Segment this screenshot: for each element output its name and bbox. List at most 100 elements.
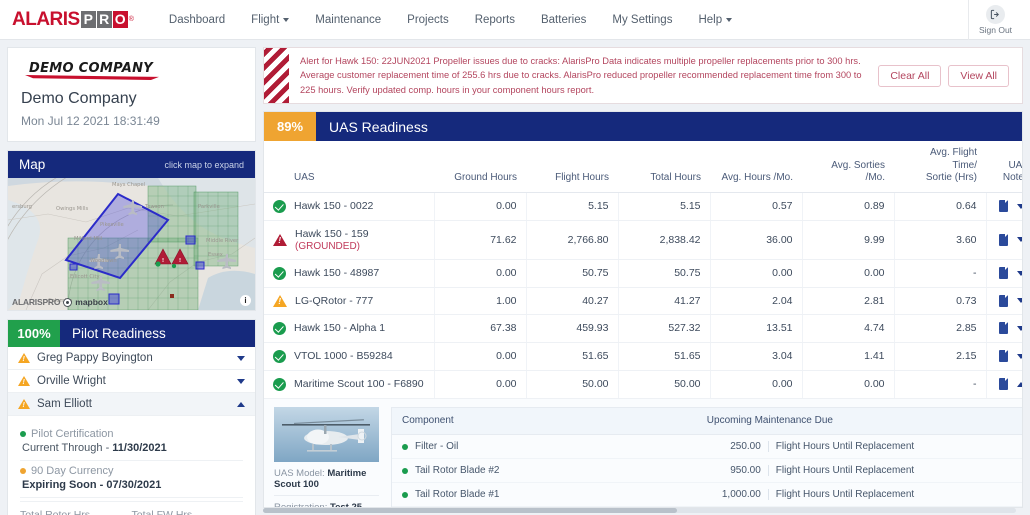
- pilot-name: Greg Pappy Boyington: [37, 352, 230, 364]
- table-row[interactable]: VTOL 1000 - B59284 0.00 51.65 51.65 3.04…: [264, 342, 1022, 370]
- chevron-up-icon[interactable]: [1017, 382, 1022, 387]
- nav-item-flight[interactable]: Flight: [238, 0, 302, 39]
- nav-item-help[interactable]: Help: [685, 0, 745, 39]
- cell-avg-hours-mo: 0.57: [710, 192, 802, 220]
- company-card: DEMO COMPANY Demo Company Mon Jul 12 202…: [7, 47, 256, 142]
- nav-label: Reports: [475, 14, 515, 26]
- col-avg-sorties-mo[interactable]: Avg. Sorties /Mo.: [802, 141, 894, 192]
- table-row[interactable]: Maritime Scout 100 - F6890 0.00 50.00 50…: [264, 370, 1022, 398]
- table-row[interactable]: Hawk 150 - 48987 0.00 50.75 50.75 0.00 0…: [264, 259, 1022, 287]
- due-text: Flight Hours Until Replacement: [769, 441, 914, 452]
- note-document-icon[interactable]: [999, 200, 1008, 212]
- view-all-button[interactable]: View All: [948, 65, 1009, 87]
- maintenance-table: Component Upcoming Maintenance Due Filte…: [391, 407, 1022, 507]
- cell-ground-hours: 71.62: [434, 220, 526, 259]
- nav-item-batteries[interactable]: Batteries: [528, 0, 599, 39]
- uas-name-maritime-scout-100-f6890: Maritime Scout 100 - F6890: [294, 378, 424, 390]
- note-document-icon[interactable]: [999, 378, 1008, 390]
- nav-item-projects[interactable]: Projects: [394, 0, 462, 39]
- cell-uas-notes: [986, 287, 1022, 314]
- chevron-down-icon[interactable]: [1017, 298, 1022, 303]
- chevron-down-icon[interactable]: [1017, 237, 1022, 242]
- col-flight-hours[interactable]: Flight Hours: [526, 141, 618, 192]
- horizontal-scrollbar[interactable]: [263, 508, 1016, 513]
- uas-name-vtol-1000-b59284: VTOL 1000 - B59284: [294, 350, 393, 362]
- cell-total-hours: 5.15: [618, 192, 710, 220]
- chevron-down-icon[interactable]: [1017, 204, 1022, 209]
- company-logo: DEMO COMPANY: [29, 61, 153, 79]
- clear-all-button[interactable]: Clear All: [878, 65, 941, 87]
- chevron-down-icon[interactable]: [237, 356, 245, 361]
- cell-total-hours: 2,838.42: [618, 220, 710, 259]
- label-text: 90 Day Currency: [31, 465, 114, 477]
- chevron-up-icon[interactable]: [237, 402, 245, 407]
- uas-readiness-title: UAS Readiness: [316, 112, 1022, 141]
- col-ground-hours[interactable]: Ground Hours: [434, 141, 526, 192]
- maintenance-row[interactable]: Tail Rotor Blade #2 950.00Flight Hours U…: [392, 459, 1022, 483]
- table-row[interactable]: Hawk 150 - Alpha 1 67.38 459.93 527.32 1…: [264, 314, 1022, 342]
- page-body: DEMO COMPANY Demo Company Mon Jul 12 202…: [0, 40, 1030, 515]
- uas-table-scroll[interactable]: UAS Ground Hours Flight Hours Total Hour…: [264, 141, 1022, 507]
- col-total-hours[interactable]: Total Hours: [618, 141, 710, 192]
- col-avg-hours-mo[interactable]: Avg. Hours /Mo.: [710, 141, 802, 192]
- table-row[interactable]: Hawk 150 - 0022 0.00 5.15 5.15 0.57 0.89…: [264, 192, 1022, 220]
- cell-uas-name: Maritime Scout 100 - F6890: [264, 370, 434, 398]
- pilot-certification-value: Current Through - 11/30/2021: [22, 442, 243, 454]
- currency-item: 90 Day Currency Expiring Soon - 07/30/20…: [20, 461, 243, 498]
- table-row[interactable]: Hawk 150 - 159(GROUNDED) 71.62 2,766.80 …: [264, 220, 1022, 259]
- chevron-down-icon[interactable]: [1017, 326, 1022, 331]
- sign-out-button[interactable]: Sign Out: [968, 0, 1022, 40]
- cell-uas-name: Hawk 150 - 48987: [264, 259, 434, 287]
- maintenance-row[interactable]: Filter - Oil 250.00Flight Hours Until Re…: [392, 435, 1022, 459]
- svg-text:Mays Chapel: Mays Chapel: [112, 182, 145, 188]
- status-dot-icon: [402, 492, 408, 498]
- col-avg-flight-time-sortie[interactable]: Avg. Flight Time/ Sortie (Hrs): [894, 141, 986, 192]
- map-info-icon[interactable]: i: [240, 295, 251, 306]
- col-line-2: Notes: [1003, 172, 1022, 183]
- chevron-down-icon[interactable]: [1017, 354, 1022, 359]
- chevron-down-icon[interactable]: [1017, 271, 1022, 276]
- maintenance-row[interactable]: Tail Rotor Blade #1 1,000.00Flight Hours…: [392, 483, 1022, 507]
- chevron-down-icon[interactable]: [237, 379, 245, 384]
- note-document-icon[interactable]: [999, 234, 1008, 246]
- table-row[interactable]: LG-QRotor - 777 1.00 40.27 41.27 2.04 2.…: [264, 287, 1022, 314]
- note-document-icon[interactable]: [999, 267, 1008, 279]
- nav-item-dashboard[interactable]: Dashboard: [156, 0, 238, 39]
- cell-uas-notes: [986, 220, 1022, 259]
- map-expand-hint: click map to expand: [164, 160, 244, 170]
- nav-item-my-settings[interactable]: My Settings: [599, 0, 685, 39]
- cell-uas-name: Hawk 150 - Alpha 1: [264, 314, 434, 342]
- logo-box-r: R: [97, 11, 112, 28]
- cell-avg-hours-mo: 13.51: [710, 314, 802, 342]
- nav-item-maintenance[interactable]: Maintenance: [302, 0, 394, 39]
- stat-label: Total FW Hrs: [132, 509, 244, 515]
- note-document-icon[interactable]: [999, 322, 1008, 334]
- cell-total-hours: 50.75: [618, 259, 710, 287]
- note-document-icon[interactable]: [999, 350, 1008, 362]
- pilot-row-greg-pappy-boyington[interactable]: Greg Pappy Boyington: [8, 347, 255, 370]
- scrollbar-thumb[interactable]: [263, 508, 677, 513]
- uas-table-header-row: UAS Ground Hours Flight Hours Total Hour…: [264, 141, 1022, 192]
- pilot-certification-item: Pilot Certification Current Through - 11…: [20, 424, 243, 461]
- cell-uas-name: LG-QRotor - 777: [264, 287, 434, 314]
- alert-banner: Alert for Hawk 150: 22JUN2021 Propeller …: [263, 47, 1023, 104]
- warning-triangle-icon: [18, 399, 30, 409]
- maintenance-header-row: Component Upcoming Maintenance Due: [392, 408, 1022, 435]
- col-uas[interactable]: UAS: [264, 141, 434, 192]
- uas-name-lg-qrotor-777: LG-QRotor - 777: [295, 295, 373, 307]
- col-uas-notes[interactable]: UAS Notes: [986, 141, 1022, 192]
- component-name: Filter - Oil: [415, 441, 458, 452]
- map-card: Map click map to expand: [7, 150, 256, 311]
- pilot-row-sam-elliott[interactable]: Sam Elliott: [8, 393, 255, 416]
- alarispro-logo[interactable]: ALARISPRO®: [0, 0, 134, 39]
- alert-message: Alert for Hawk 150: 22JUN2021 Propeller …: [289, 48, 874, 103]
- map-graphic: !! Mays Chapel Owings: [8, 178, 255, 310]
- nav-item-reports[interactable]: Reports: [462, 0, 528, 39]
- pilot-row-orville-wright[interactable]: Orville Wright: [8, 370, 255, 393]
- cell-component: Tail Rotor Blade #2: [392, 459, 697, 483]
- cell-avg-hours-mo: 0.00: [710, 259, 802, 287]
- map-canvas[interactable]: !! Mays Chapel Owings: [8, 178, 255, 310]
- note-document-icon[interactable]: [999, 295, 1008, 307]
- cell-flight-hours: 40.27: [526, 287, 618, 314]
- cell-avg-hours-mo: 2.04: [710, 287, 802, 314]
